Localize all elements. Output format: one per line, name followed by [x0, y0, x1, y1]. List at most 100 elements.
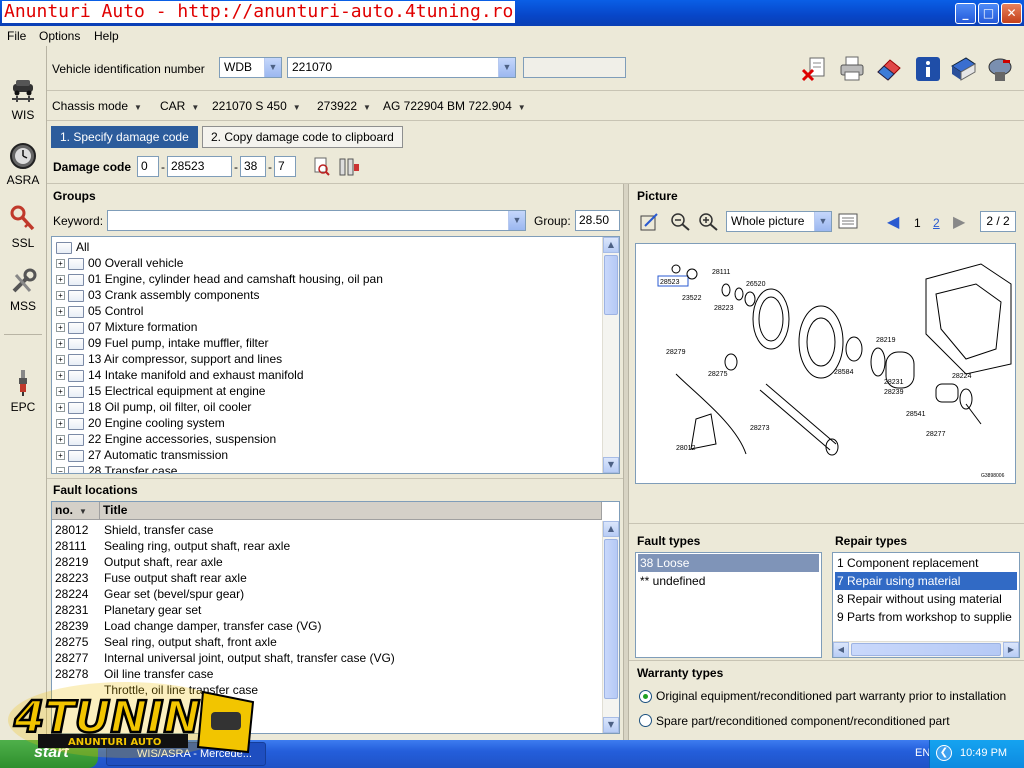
tree-root-all[interactable]: All	[56, 239, 89, 255]
maximize-button[interactable]: □	[978, 3, 999, 24]
damage-code-part4[interactable]: 7	[274, 156, 296, 177]
col-title-header[interactable]: Title	[100, 502, 602, 520]
legend-list-icon[interactable]	[837, 212, 859, 230]
vin-extra-field[interactable]	[523, 57, 626, 78]
expand-plus-icon[interactable]: +	[56, 259, 65, 269]
part-number-label[interactable]: 28279	[666, 349, 686, 356]
repair-type-item[interactable]: 1 Component replacement	[835, 554, 1017, 572]
tree-item[interactable]: +05 Control	[56, 303, 143, 319]
close-button[interactable]: ✕	[1001, 3, 1022, 24]
chassis-model-selector[interactable]: 221070 S 450 ▼	[212, 99, 301, 113]
tree-item[interactable]: +14 Intake manifold and exhaust manifold	[56, 367, 304, 383]
repair-type-item[interactable]: 8 Repair without using material	[835, 590, 1017, 608]
nav-asra[interactable]: ASRA	[0, 141, 46, 187]
scroll-down-icon[interactable]: ▼	[603, 717, 619, 733]
fault-locations-scrollbar[interactable]: ▲ ▼	[602, 521, 619, 733]
table-row[interactable]: 28111 Sealing ring, output shaft, rear ax…	[52, 538, 602, 554]
vin-prefix-select[interactable]: WDB ▼	[219, 57, 282, 78]
zoom-in-icon[interactable]	[698, 212, 720, 232]
tab-copy-damage-code[interactable]: 2. Copy damage code to clipboard	[202, 126, 403, 148]
damage-code-part2[interactable]: 28523	[167, 156, 232, 177]
expand-plus-icon[interactable]: +	[56, 291, 65, 301]
table-row[interactable]: 28277 Internal universal joint, output sh…	[52, 650, 602, 666]
scroll-up-icon[interactable]: ▲	[603, 237, 619, 253]
tree-item[interactable]: +27 Automatic transmission	[56, 447, 228, 463]
part-number-label[interactable]: 23522	[682, 295, 702, 302]
fault-type-item[interactable]: 38 Loose	[638, 554, 819, 572]
exploded-diagram[interactable]: 28523 28111 23522 28223 26520 28279 28275 28219…	[635, 243, 1016, 484]
part-number-label[interactable]: 28273	[750, 425, 770, 432]
scroll-thumb[interactable]	[604, 539, 618, 699]
part-number-label[interactable]: 26520	[746, 281, 766, 288]
part-number-label[interactable]: 28111	[712, 269, 731, 276]
part-number-label[interactable]: 28239	[884, 389, 904, 396]
printer-icon[interactable]	[837, 54, 867, 84]
search-document-icon[interactable]	[313, 157, 331, 177]
tree-item[interactable]: +18 Oil pump, oil filter, oil cooler	[56, 399, 251, 415]
warranty-radio-spare[interactable]	[639, 714, 652, 727]
tray-expand-icon[interactable]: ❮	[936, 745, 952, 761]
expand-plus-icon[interactable]: −	[56, 467, 65, 473]
menu-help[interactable]: Help	[94, 29, 119, 43]
delete-document-icon[interactable]	[800, 54, 830, 84]
group-field[interactable]: 28.50	[575, 210, 620, 231]
chassis-type-selector[interactable]: CAR ▼	[160, 99, 199, 113]
menu-options[interactable]: Options	[39, 29, 80, 43]
nav-epc[interactable]: EPC	[0, 368, 46, 414]
eraser-icon[interactable]	[874, 54, 904, 84]
table-row[interactable]: 28275 Seal ring, output shaft, front axle	[52, 634, 602, 650]
tree-item[interactable]: +00 Overall vehicle	[56, 255, 183, 271]
expand-plus-icon[interactable]: +	[56, 275, 65, 285]
col-no-header[interactable]: no. ▼	[52, 502, 100, 520]
tree-item[interactable]: +01 Engine, cylinder head and camshaft h…	[56, 271, 383, 287]
damage-code-part1[interactable]: 0	[137, 156, 159, 177]
table-row[interactable]: 28219 Output shaft, rear axle	[52, 554, 602, 570]
minimize-button[interactable]: _	[955, 3, 976, 24]
scroll-left-icon[interactable]: ◀	[833, 642, 849, 657]
expand-plus-icon[interactable]: +	[56, 387, 65, 397]
scroll-thumb[interactable]	[604, 255, 618, 315]
engine-selector[interactable]: 273922 ▼	[317, 99, 371, 113]
transmission-selector[interactable]: AG 722904 BM 722.904 ▼	[383, 99, 526, 113]
chassis-mode-selector[interactable]: Chassis mode ▼	[52, 99, 142, 113]
vertical-splitter[interactable]	[623, 184, 629, 740]
next-page-icon[interactable]: ▶	[953, 212, 965, 231]
page-link-2[interactable]: 2	[933, 216, 940, 230]
part-number-label[interactable]: 28277	[926, 431, 946, 438]
part-number-label[interactable]: 28275	[708, 371, 728, 378]
part-number-label[interactable]: 28523	[660, 279, 680, 286]
part-number-label[interactable]: 28219	[876, 337, 896, 344]
settings-tree-icon[interactable]	[338, 157, 360, 177]
mailbox-icon[interactable]	[985, 54, 1015, 84]
scroll-down-icon[interactable]: ▼	[603, 457, 619, 473]
prev-page-icon[interactable]: ◀	[887, 212, 899, 231]
zoom-out-icon[interactable]	[670, 212, 692, 232]
table-row[interactable]: 28224 Gear set (bevel/spur gear)	[52, 586, 602, 602]
language-indicator[interactable]: EN	[915, 747, 930, 759]
damage-code-part3[interactable]: 38	[240, 156, 266, 177]
part-number-label[interactable]: 28223	[714, 305, 734, 312]
expand-plus-icon[interactable]: +	[56, 307, 65, 317]
expand-plus-icon[interactable]: +	[56, 435, 65, 445]
tab-specify-damage-code[interactable]: 1. Specify damage code	[51, 126, 198, 148]
table-row[interactable]: 28239 Load change damper, transfer case (…	[52, 618, 602, 634]
menu-file[interactable]: File	[7, 29, 26, 43]
manual-book-icon[interactable]	[948, 54, 978, 84]
part-number-label[interactable]: 28541	[906, 411, 926, 418]
keyword-input[interactable]: ▼	[107, 210, 526, 231]
tree-item[interactable]: +20 Engine cooling system	[56, 415, 225, 431]
fit-picture-icon[interactable]	[639, 212, 659, 232]
expand-plus-icon[interactable]: +	[56, 403, 65, 413]
nav-mss[interactable]: MSS	[0, 267, 46, 313]
expand-plus-icon[interactable]: +	[56, 419, 65, 429]
tree-item[interactable]: +09 Fuel pump, intake muffler, filter	[56, 335, 269, 351]
tree-item[interactable]: +03 Crank assembly components	[56, 287, 259, 303]
nav-ssl[interactable]: SSL	[0, 204, 46, 250]
tree-item[interactable]: +22 Engine accessories, suspension	[56, 431, 276, 447]
expand-plus-icon[interactable]: +	[56, 371, 65, 381]
table-row[interactable]: 28231 Planetary gear set	[52, 602, 602, 618]
fault-type-item[interactable]: ** undefined	[638, 572, 819, 590]
picture-view-select[interactable]: Whole picture ▼	[726, 211, 832, 232]
tree-item[interactable]: − 28 Transfer case	[56, 463, 177, 473]
tree-item[interactable]: +15 Electrical equipment at engine	[56, 383, 265, 399]
